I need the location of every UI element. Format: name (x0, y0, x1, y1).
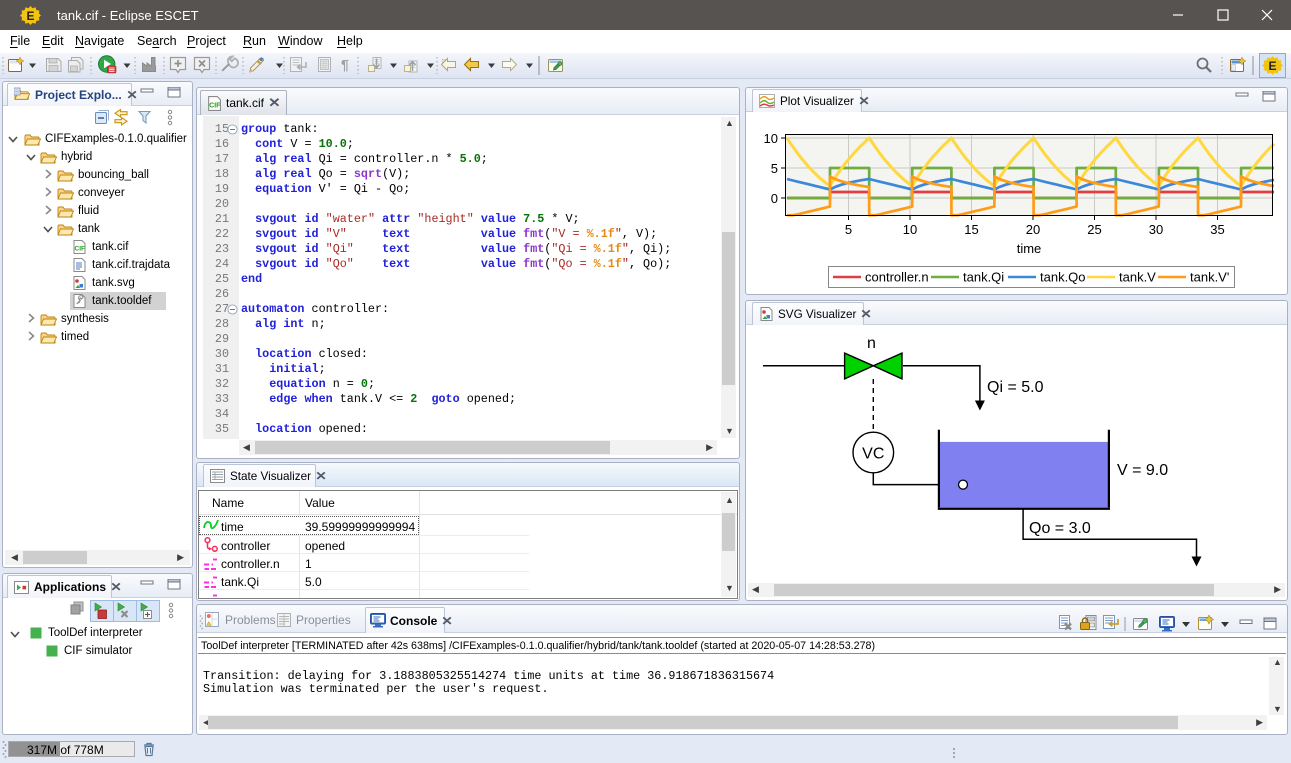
svg-text:30: 30 (1149, 222, 1163, 237)
svg-text:Qo = 3.0: Qo = 3.0 (1029, 520, 1091, 537)
svg-text:20: 20 (1026, 222, 1040, 237)
svg-text:35: 35 (1210, 222, 1224, 237)
svg-text:tank.V: tank.V (1119, 270, 1156, 285)
svg-text:10: 10 (903, 222, 917, 237)
svg-text:0: 0 (771, 191, 778, 206)
svg-text:controller.n: controller.n (865, 270, 929, 285)
svg-text:V = 9.0: V = 9.0 (1117, 462, 1168, 479)
svg-text:E: E (26, 9, 34, 23)
svg-text:5: 5 (845, 222, 852, 237)
svg-text:tank.V': tank.V' (1190, 270, 1229, 285)
svg-text:Qi = 5.0: Qi = 5.0 (987, 379, 1044, 396)
svg-text:VC: VC (862, 446, 884, 463)
svg-text:tank.Qi: tank.Qi (963, 270, 1004, 285)
svg-text:tank.Qo: tank.Qo (1040, 270, 1086, 285)
svg-text:¶: ¶ (341, 57, 349, 73)
svg-text:10: 10 (764, 131, 778, 146)
svg-text:time: time (1017, 241, 1042, 256)
svg-text:15: 15 (964, 222, 978, 237)
svg-text:25: 25 (1087, 222, 1101, 237)
svg-text:5: 5 (771, 161, 778, 176)
svg-text:n: n (867, 335, 876, 352)
svg-text:E: E (1268, 59, 1276, 73)
